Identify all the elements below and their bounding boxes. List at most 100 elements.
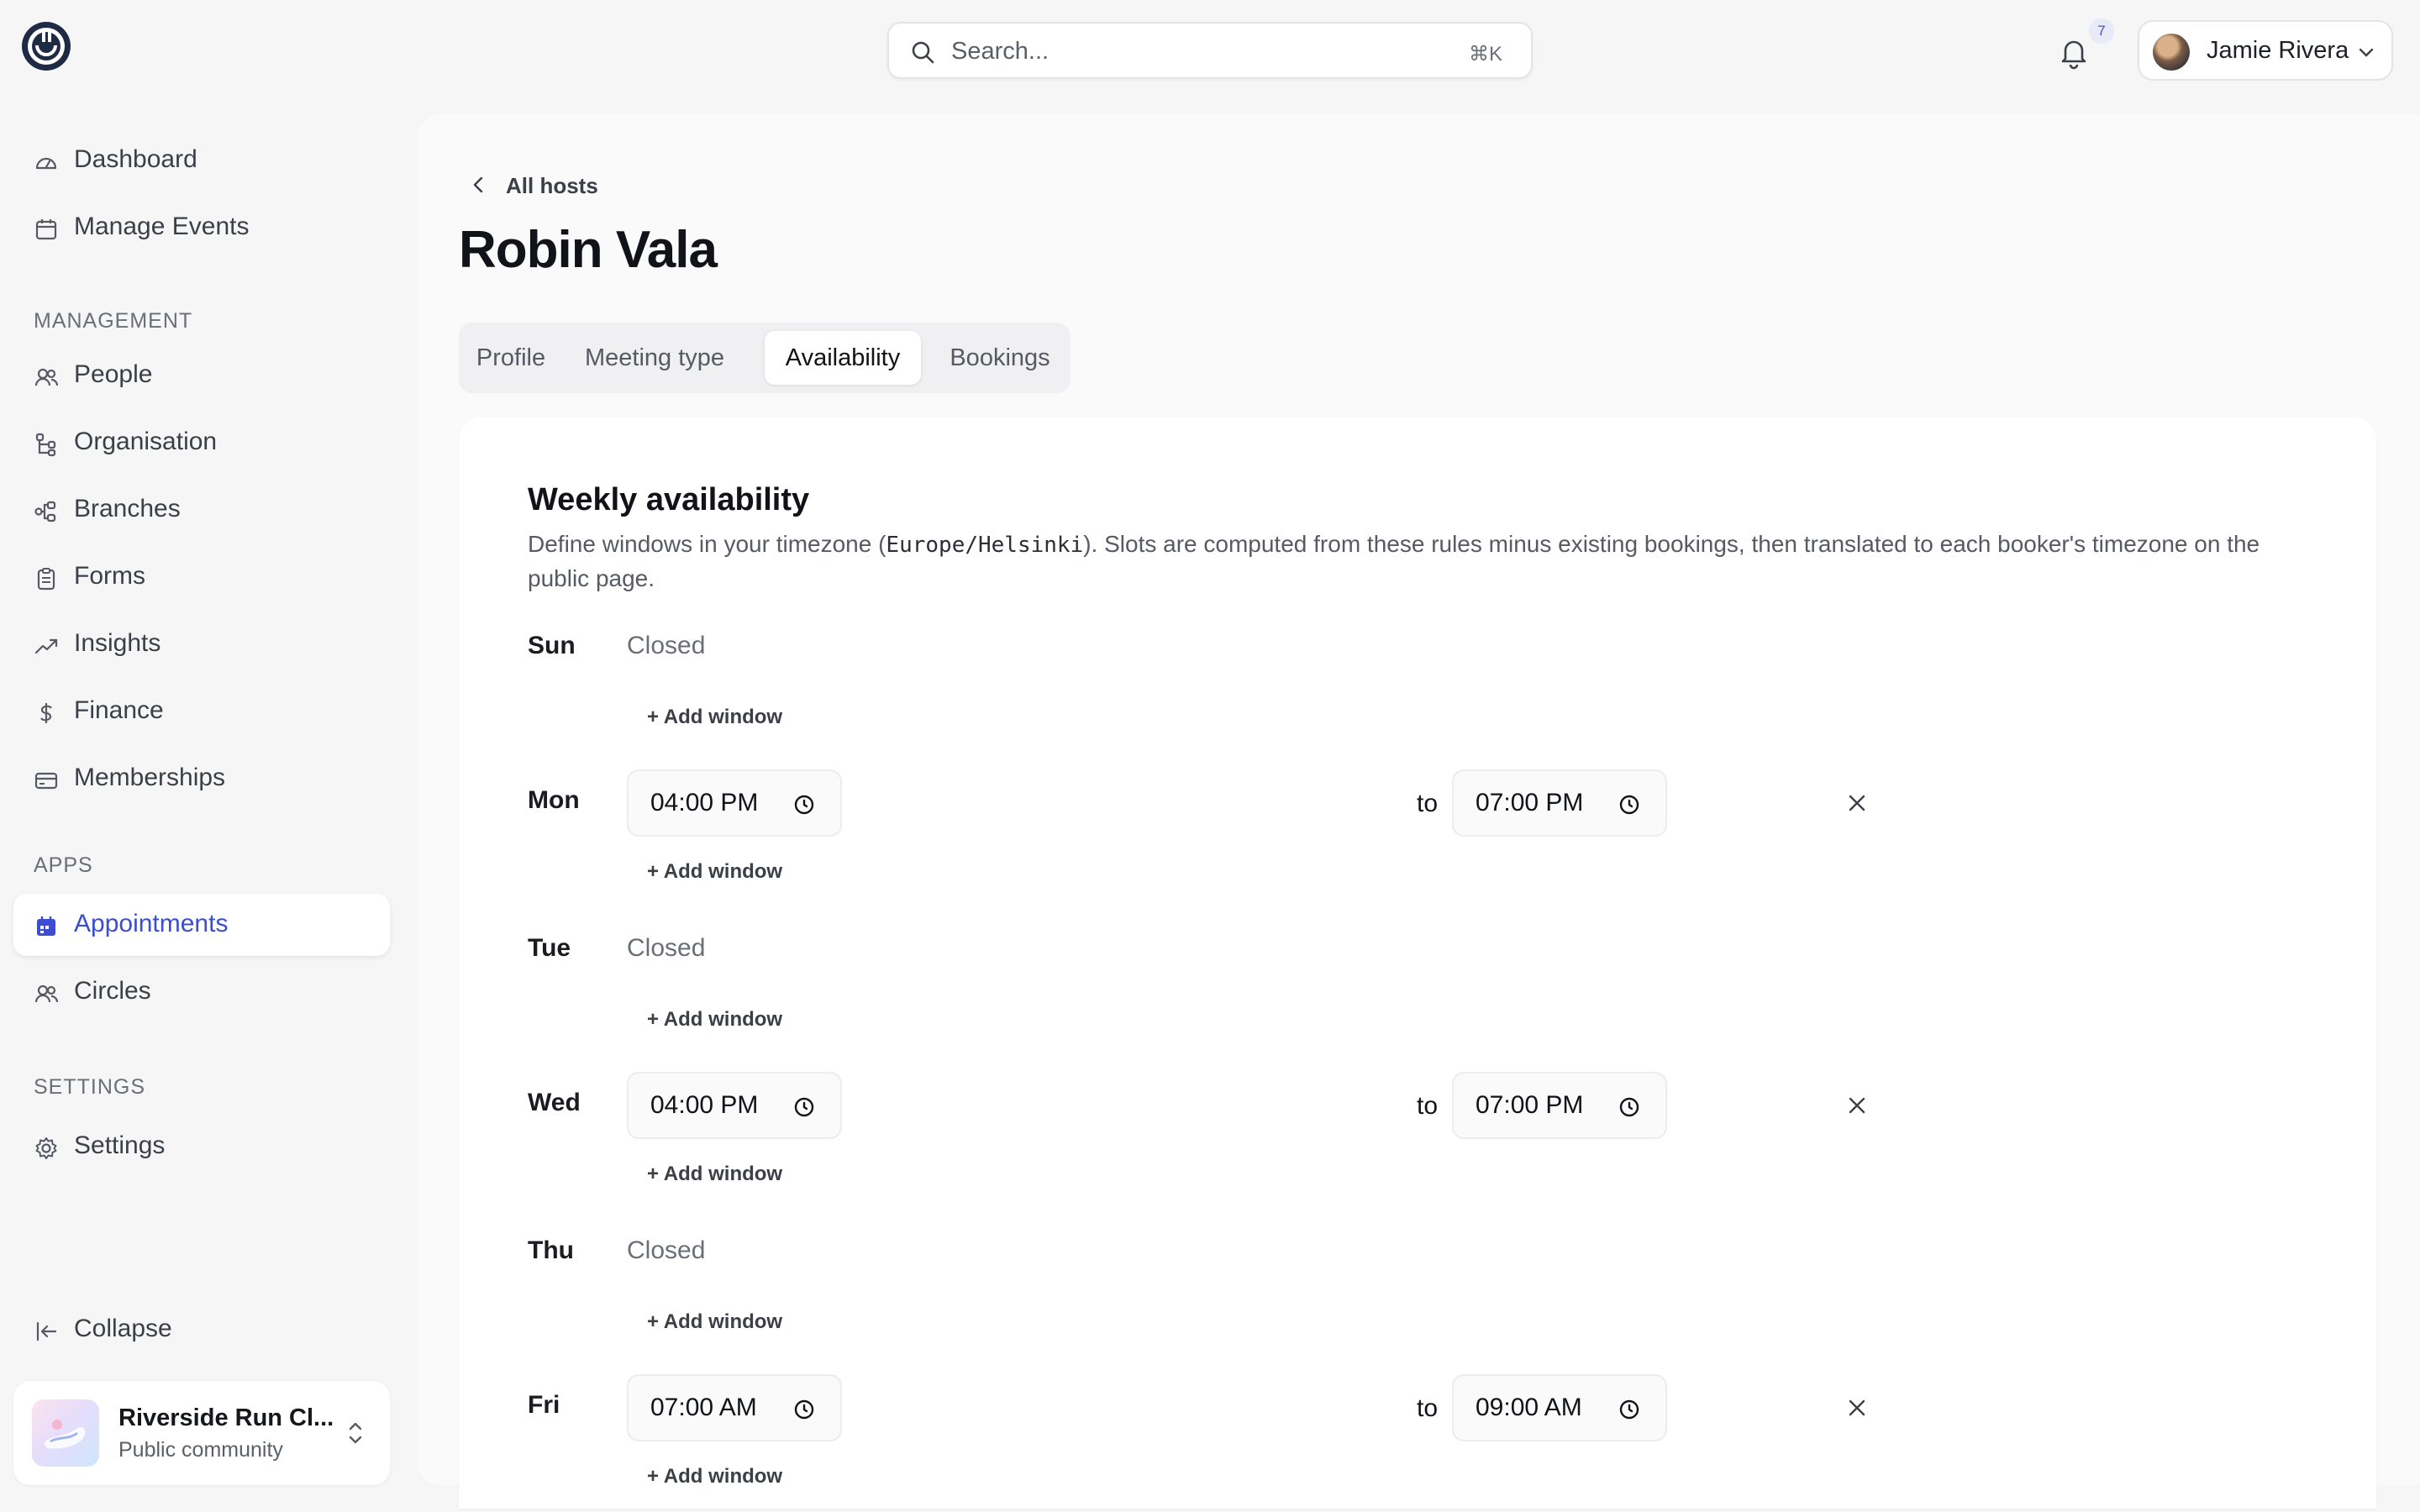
day-label-mon: Mon xyxy=(528,786,580,814)
sidebar-item-label: People xyxy=(74,360,153,388)
tab-bar: Profile Meeting type Availability Bookin… xyxy=(459,323,1071,393)
notification-badge: 7 xyxy=(2089,18,2114,44)
sidebar-item-organisation[interactable]: Organisation xyxy=(13,412,390,474)
card-icon xyxy=(34,772,58,790)
add-window-button[interactable]: + Add window xyxy=(647,706,782,729)
clock-icon xyxy=(794,1399,814,1420)
to-label: to xyxy=(1417,790,1439,817)
close-icon[interactable] xyxy=(1845,1396,1869,1420)
sidebar-item-label: Dashboard xyxy=(74,145,197,173)
sidebar-item-finance[interactable]: Finance xyxy=(13,680,390,743)
users-icon xyxy=(34,368,59,386)
avatar xyxy=(2153,34,2190,71)
add-window-button[interactable]: + Add window xyxy=(647,1310,782,1334)
org-name: Riverside Run Cl... xyxy=(118,1404,334,1431)
chevron-down-icon xyxy=(2359,48,2374,57)
sidebar-item-label: Appointments xyxy=(74,910,229,937)
card-description: Define windows in your timezone (Europe/… xyxy=(528,528,2309,596)
section-title-apps: APPS xyxy=(34,853,93,877)
org-tree-icon xyxy=(35,433,56,457)
closed-label: Closed xyxy=(627,1236,706,1264)
app-logo-icon[interactable] xyxy=(20,20,72,72)
start-time-input[interactable]: 04:00 PM xyxy=(627,1072,842,1139)
search-icon xyxy=(912,41,934,64)
time-value: 04:00 PM xyxy=(650,789,759,816)
day-label-tue: Tue xyxy=(528,934,571,962)
users-icon xyxy=(34,984,59,1003)
clipboard-icon xyxy=(37,568,55,591)
search-placeholder: Search... xyxy=(951,38,1050,65)
sidebar-item-branches[interactable]: Branches xyxy=(13,479,390,541)
clock-icon xyxy=(794,795,814,815)
time-value: 07:00 PM xyxy=(1476,789,1584,816)
collapse-label: Collapse xyxy=(74,1315,172,1342)
start-time-input[interactable]: 04:00 PM xyxy=(627,769,842,837)
chevron-up-down-icon xyxy=(349,1422,362,1444)
sidebar-item-settings[interactable]: Settings xyxy=(13,1116,390,1178)
clock-icon xyxy=(794,1097,814,1117)
card-title: Weekly availability xyxy=(528,482,810,517)
sidebar-item-people[interactable]: People xyxy=(13,344,390,407)
timezone-code: Europe/Helsinki xyxy=(886,533,1084,558)
sidebar-item-memberships[interactable]: Memberships xyxy=(13,748,390,810)
sidebar-item-manage-events[interactable]: Manage Events xyxy=(13,197,390,259)
end-time-input[interactable]: 07:00 PM xyxy=(1452,769,1667,837)
org-switcher[interactable]: Riverside Run Cl... Public community xyxy=(13,1381,390,1485)
sidebar-item-label: Circles xyxy=(74,977,151,1005)
top-bar: Search... ⌘K 7 Jamie Rivera xyxy=(0,0,2420,101)
sidebar-item-circles[interactable]: Circles xyxy=(13,961,390,1023)
day-label-fri: Fri xyxy=(528,1391,560,1419)
org-subtitle: Public community xyxy=(118,1438,283,1462)
search-box[interactable]: Search... ⌘K xyxy=(887,22,1533,79)
bell-icon[interactable] xyxy=(2055,34,2092,71)
trend-icon xyxy=(34,638,58,654)
gear-icon xyxy=(35,1137,57,1159)
end-time-input[interactable]: 07:00 PM xyxy=(1452,1072,1667,1139)
sidebar-item-label: Settings xyxy=(74,1131,166,1159)
time-value: 07:00 PM xyxy=(1476,1091,1584,1119)
user-name: Jamie Rivera xyxy=(2207,37,2349,64)
close-icon[interactable] xyxy=(1845,791,1869,815)
time-value: 07:00 AM xyxy=(650,1394,757,1421)
close-icon[interactable] xyxy=(1845,1094,1869,1117)
branches-icon xyxy=(34,501,56,522)
desc-text: Define windows in your timezone ( xyxy=(528,531,886,557)
add-window-button[interactable]: + Add window xyxy=(647,1008,782,1032)
day-label-wed: Wed xyxy=(528,1089,581,1116)
end-time-input[interactable]: 09:00 AM xyxy=(1452,1374,1667,1441)
sidebar-item-appointments[interactable]: Appointments xyxy=(13,894,390,956)
section-title-management: MANAGEMENT xyxy=(34,309,193,333)
search-shortcut: ⌘K xyxy=(1468,43,1502,66)
chevron-left-icon xyxy=(473,176,483,193)
tab-availability[interactable]: Availability xyxy=(765,331,921,385)
gauge-icon xyxy=(35,157,57,170)
add-window-button[interactable]: + Add window xyxy=(647,1163,782,1186)
sidebar-item-label: Insights xyxy=(74,629,161,657)
clock-icon xyxy=(1619,795,1639,815)
tab-meeting-type[interactable]: Meeting type xyxy=(565,331,744,385)
sidebar-item-forms[interactable]: Forms xyxy=(13,546,390,608)
sidebar-item-label: Manage Events xyxy=(74,213,250,240)
sidebar-item-label: Finance xyxy=(74,696,164,724)
time-value: 04:00 PM xyxy=(650,1091,759,1119)
start-time-input[interactable]: 07:00 AM xyxy=(627,1374,842,1441)
collapse-button[interactable]: Collapse xyxy=(13,1299,390,1361)
sidebar-item-label: Branches xyxy=(74,495,181,522)
tab-bookings[interactable]: Bookings xyxy=(931,331,1069,385)
closed-label: Closed xyxy=(627,934,706,962)
sidebar-item-dashboard[interactable]: Dashboard xyxy=(13,129,390,192)
add-window-button[interactable]: + Add window xyxy=(647,860,782,884)
day-label-sun: Sun xyxy=(528,632,576,659)
to-label: to xyxy=(1417,1394,1439,1422)
sidebar: Dashboard Manage Events MANAGEMENT Peopl… xyxy=(0,101,412,1512)
org-logo xyxy=(32,1399,99,1467)
user-menu-button[interactable]: Jamie Rivera xyxy=(2138,20,2393,81)
tab-profile[interactable]: Profile xyxy=(467,331,555,385)
main-panel: All hosts Robin Vala Profile Meeting typ… xyxy=(417,114,2420,1509)
sidebar-item-label: Memberships xyxy=(74,764,226,791)
clock-icon xyxy=(1619,1399,1639,1420)
add-window-button[interactable]: + Add window xyxy=(647,1465,782,1488)
sidebar-item-insights[interactable]: Insights xyxy=(13,613,390,675)
section-title-settings: SETTINGS xyxy=(34,1075,146,1099)
breadcrumb-label: All hosts xyxy=(506,173,598,198)
